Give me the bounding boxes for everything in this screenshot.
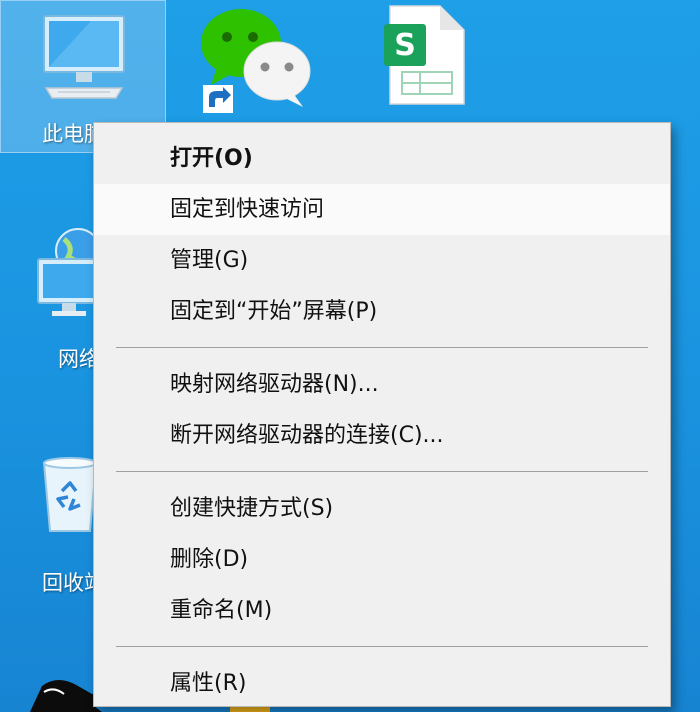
recycle-bin-icon	[42, 457, 98, 532]
svg-text:S: S	[394, 28, 416, 63]
context-menu: 打开(O) 固定到快速访问 管理(G) 固定到“开始”屏幕(P) 映射网络驱动器…	[93, 122, 671, 707]
menu-item-rename[interactable]: 重命名(M)	[94, 585, 670, 636]
spreadsheet-file-icon: S	[384, 5, 465, 105]
menu-separator	[116, 471, 648, 472]
menu-item-disconnect-network-drive[interactable]: 断开网络驱动器的连接(C)...	[94, 410, 670, 461]
menu-item-manage[interactable]: 管理(G)	[94, 235, 670, 286]
desktop-icon-recycle-bin[interactable]: 回收站	[20, 455, 105, 605]
menu-item-open[interactable]: 打开(O)	[94, 133, 670, 184]
menu-separator	[116, 646, 648, 647]
menu-item-delete[interactable]: 删除(D)	[94, 534, 670, 585]
menu-item-map-network-drive[interactable]: 映射网络驱动器(N)...	[94, 359, 670, 410]
desktop-icon-wechat[interactable]	[195, 5, 320, 115]
menu-item-properties[interactable]: 属性(R)	[94, 658, 670, 709]
desktop-icon-network[interactable]: 网络	[20, 225, 100, 375]
computer-icon	[43, 15, 125, 99]
menu-item-pin-quick-access[interactable]: 固定到快速访问	[94, 184, 670, 235]
wechat-icon	[201, 9, 311, 113]
menu-separator	[116, 347, 648, 348]
menu-item-pin-start[interactable]: 固定到“开始”屏幕(P)	[94, 286, 670, 337]
desktop-icon-wps-sheet[interactable]: S	[380, 0, 470, 110]
menu-item-create-shortcut[interactable]: 创建快捷方式(S)	[94, 483, 670, 534]
network-icon	[37, 228, 100, 316]
